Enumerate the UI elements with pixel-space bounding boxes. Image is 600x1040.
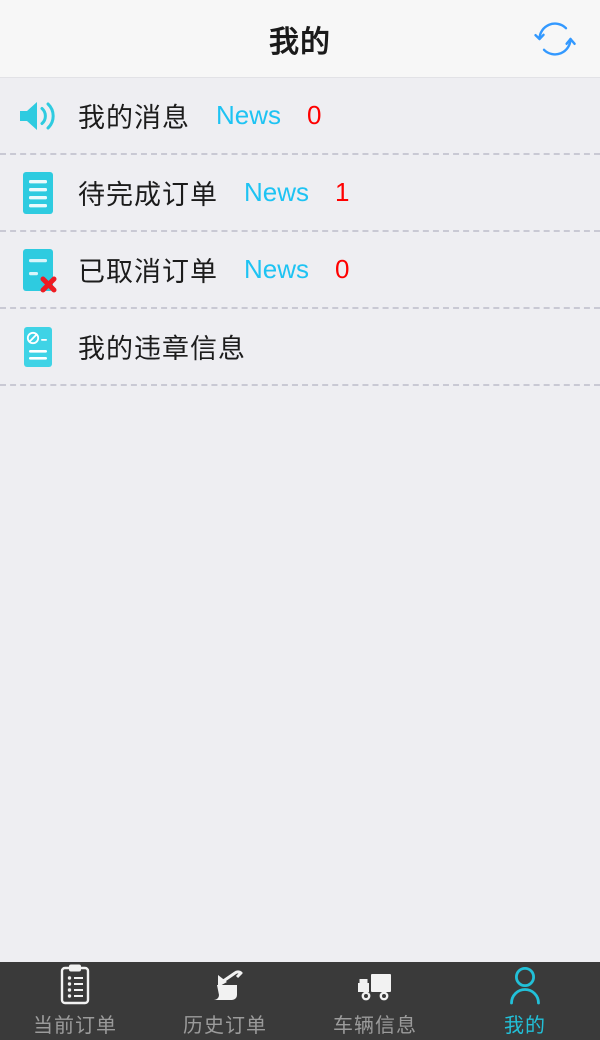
- list-item-news-tag: News: [244, 254, 310, 284]
- tab-label: 历史订单: [183, 1014, 267, 1037]
- bottom-tab-bar: 当前订单 历史订单 车辆信息 我的: [0, 962, 600, 1040]
- list-item-count: 1: [335, 177, 350, 207]
- refresh-button[interactable]: [528, 12, 582, 66]
- tab-label: 当前订单: [33, 1014, 117, 1037]
- app-header: 我的: [0, 0, 600, 78]
- list-item-count: 0: [307, 100, 322, 130]
- clipboard-icon: [57, 964, 93, 1005]
- tab-history-orders[interactable]: 历史订单: [150, 962, 300, 1040]
- speaker-announcement-icon: [16, 94, 60, 138]
- list-item-count: 0: [335, 254, 350, 284]
- list-item-violations[interactable]: 我的违章信息: [0, 309, 600, 386]
- violation-document-icon: [16, 325, 60, 369]
- list-item-label: 我的消息: [78, 103, 190, 133]
- tab-current-orders[interactable]: 当前订单: [0, 962, 150, 1040]
- list-item-news-tag: News: [216, 100, 282, 130]
- tab-label: 车辆信息: [333, 1014, 417, 1037]
- list-item-news-tag: News: [244, 177, 310, 207]
- person-icon: [507, 965, 543, 1005]
- truck-icon: [353, 965, 397, 1005]
- cancelled-order-icon: [16, 248, 60, 292]
- list-item-label: 已取消订单: [78, 257, 218, 287]
- tab-vehicle-info[interactable]: 车辆信息: [300, 962, 450, 1040]
- tab-profile[interactable]: 我的: [450, 962, 600, 1040]
- list-item-label: 待完成订单: [78, 180, 218, 210]
- scroll-history-icon: [205, 965, 245, 1005]
- list-item-label: 我的违章信息: [78, 334, 246, 364]
- tab-label: 我的: [504, 1014, 546, 1037]
- list-item-messages[interactable]: 我的消息 News 0: [0, 78, 600, 155]
- list-item-cancelled-orders[interactable]: 已取消订单 News 0: [0, 232, 600, 309]
- list-item-pending-orders[interactable]: 待完成订单 News 1: [0, 155, 600, 232]
- pending-order-document-icon: [16, 171, 60, 215]
- menu-list: 我的消息 News 0 待完成订单 News 1 已取消订单 News 0 我的…: [0, 78, 600, 386]
- page-title: 我的: [269, 25, 331, 59]
- refresh-circle-icon: [534, 21, 576, 56]
